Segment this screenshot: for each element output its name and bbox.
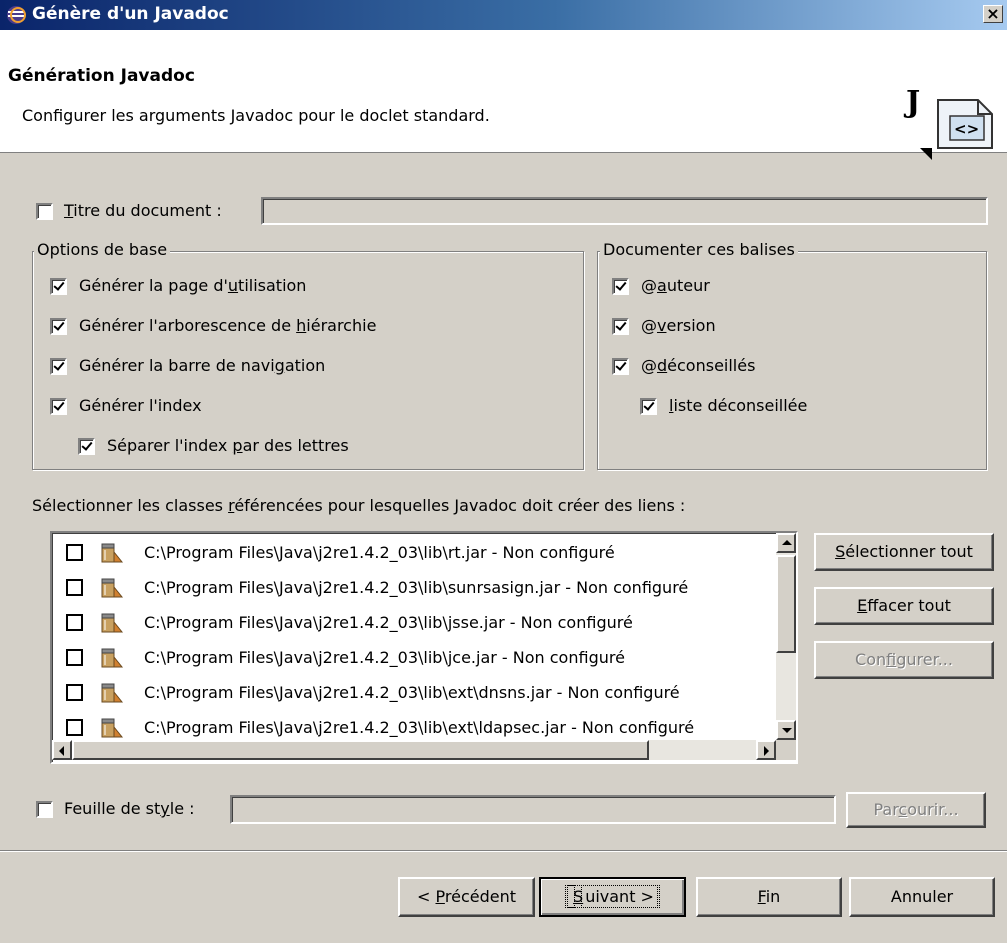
referenced-classes-label: Sélectionner les classes référencées pou… <box>32 496 686 515</box>
close-icon: × <box>986 4 1000 23</box>
horizontal-scroll-thumb[interactable] <box>72 740 649 760</box>
list-item-checkbox[interactable] <box>66 544 83 561</box>
version-tag-checkbox[interactable] <box>612 318 629 335</box>
stylesheet-label: Feuille de style : <box>64 799 195 818</box>
jar-icon <box>101 683 124 703</box>
select-all-button[interactable]: Sélectionner tout <box>814 533 994 571</box>
scroll-down-button[interactable] <box>776 720 796 740</box>
generate-hierarchy-label: Générer l'arborescence de hiérarchie <box>79 316 377 335</box>
arrow-up-icon <box>782 540 792 545</box>
list-item[interactable]: C:\Program Files\Java\j2re1.4.2_03\lib\r… <box>52 535 792 570</box>
horizontal-scrollbar[interactable] <box>52 740 776 760</box>
configure-button[interactable]: Configurer... <box>814 641 994 679</box>
arrow-down-icon <box>782 728 792 733</box>
split-index-label: Séparer l'index par des lettres <box>107 436 349 455</box>
list-item-checkbox[interactable] <box>66 649 83 666</box>
scroll-right-button[interactable] <box>756 740 776 760</box>
referenced-classes-list[interactable]: C:\Program Files\Java\j2re1.4.2_03\lib\r… <box>50 531 798 764</box>
generate-usage-page-label: Générer la page d'utilisation <box>79 276 307 295</box>
generate-hierarchy-checkbox[interactable] <box>50 318 67 335</box>
title-bar: Génère d'un Javadoc × <box>0 0 1007 30</box>
generate-index-label: Générer l'index <box>79 396 202 415</box>
generate-usage-page-checkbox[interactable] <box>50 278 67 295</box>
stylesheet-checkbox[interactable] <box>36 801 53 818</box>
deprecated-tag-label: @déconseillés <box>641 356 756 375</box>
deprecated-list-checkbox[interactable] <box>640 398 657 415</box>
stylesheet-field[interactable] <box>230 795 836 824</box>
list-item-text: C:\Program Files\Java\j2re1.4.2_03\lib\s… <box>144 578 689 597</box>
generate-navbar-label: Générer la barre de navigation <box>79 356 326 375</box>
browse-button[interactable]: Parcourir... <box>846 792 986 828</box>
clear-all-button[interactable]: Effacer tout <box>814 587 994 625</box>
footer-separator <box>0 850 1007 852</box>
basic-options-legend: Options de base <box>34 240 171 259</box>
page-title: Génération Javadoc <box>8 66 195 86</box>
back-button[interactable]: < Précédent <box>398 877 535 917</box>
author-tag-checkbox[interactable] <box>612 278 629 295</box>
list-item[interactable]: C:\Program Files\Java\j2re1.4.2_03\lib\s… <box>52 570 792 605</box>
cancel-button[interactable]: Annuler <box>849 877 995 917</box>
jar-icon <box>101 648 124 668</box>
list-item-checkbox[interactable] <box>66 579 83 596</box>
wizard-header: Génération Javadoc Configurer les argume… <box>0 30 1007 160</box>
document-title-field[interactable] <box>261 197 988 225</box>
list-item-checkbox[interactable] <box>66 684 83 701</box>
list-item-text: C:\Program Files\Java\j2re1.4.2_03\lib\e… <box>144 683 680 702</box>
generate-navbar-checkbox[interactable] <box>50 358 67 375</box>
document-tags-legend: Documenter ces balises <box>600 240 798 259</box>
jar-icon <box>101 718 124 738</box>
vertical-scrollbar[interactable] <box>776 533 796 740</box>
list-item-text: C:\Program Files\Java\j2re1.4.2_03\lib\j… <box>144 613 633 632</box>
arrow-left-icon <box>59 746 64 756</box>
document-title-checkbox[interactable] <box>36 203 53 220</box>
scroll-up-button[interactable] <box>776 533 796 553</box>
list-item[interactable]: C:\Program Files\Java\j2re1.4.2_03\lib\j… <box>52 605 792 640</box>
arrow-right-icon <box>764 746 769 756</box>
list-item[interactable]: C:\Program Files\Java\j2re1.4.2_03\lib\j… <box>52 640 792 675</box>
document-title-label: Titre du document : <box>64 201 222 220</box>
window-title: Génère d'un Javadoc <box>32 4 229 24</box>
jar-icon <box>101 543 124 563</box>
list-item-text: C:\Program Files\Java\j2re1.4.2_03\lib\r… <box>144 543 615 562</box>
version-tag-label: @version <box>641 316 716 335</box>
javadoc-wizard-icon: J <> <box>903 85 993 160</box>
deprecated-list-label: liste déconseillée <box>669 396 808 415</box>
list-item-checkbox[interactable] <box>66 614 83 631</box>
scroll-corner <box>776 740 796 760</box>
close-button[interactable]: × <box>983 5 1003 23</box>
split-index-checkbox[interactable] <box>78 438 95 455</box>
eclipse-app-icon <box>7 6 26 24</box>
svg-text:J: J <box>903 85 920 120</box>
page-description: Configurer les arguments Javadoc pour le… <box>22 106 490 125</box>
jar-icon <box>101 613 124 633</box>
finish-button[interactable]: Fin <box>696 877 842 917</box>
jar-icon <box>101 578 124 598</box>
list-item-text: C:\Program Files\Java\j2re1.4.2_03\lib\e… <box>144 718 695 737</box>
vertical-scroll-thumb[interactable] <box>776 555 796 653</box>
next-button[interactable]: Suivant > <box>539 877 686 917</box>
scroll-left-button[interactable] <box>52 740 72 760</box>
svg-text:<>: <> <box>954 120 979 138</box>
deprecated-tag-checkbox[interactable] <box>612 358 629 375</box>
list-item[interactable]: C:\Program Files\Java\j2re1.4.2_03\lib\e… <box>52 675 792 710</box>
generate-index-checkbox[interactable] <box>50 398 67 415</box>
list-item-text: C:\Program Files\Java\j2re1.4.2_03\lib\j… <box>144 648 625 667</box>
author-tag-label: @auteur <box>641 276 710 295</box>
list-item-checkbox[interactable] <box>66 719 83 736</box>
